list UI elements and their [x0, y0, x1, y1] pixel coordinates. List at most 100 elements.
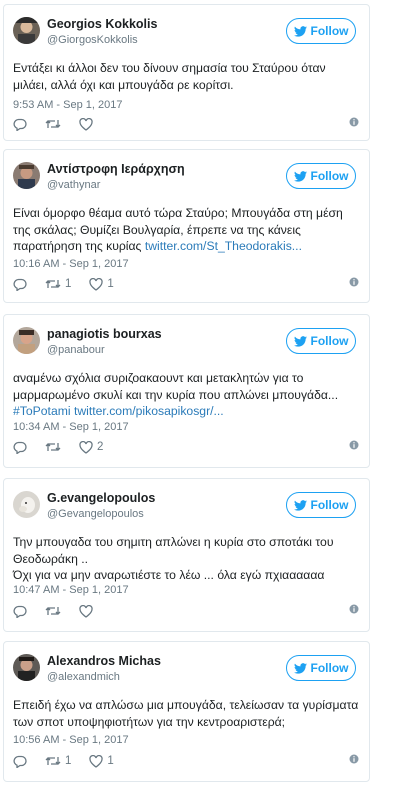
like-count: 1 [107, 278, 114, 290]
tweet-text-line: Επειδή έχω να απλώσω μια μπουγάδα, τελεί… [13, 698, 359, 712]
heart-icon [79, 117, 93, 131]
tweet-text-line: μιλάει, αλλά όχι και μπουγάδα ρε κορίτσι… [13, 77, 234, 92]
tweet-timestamp[interactable]: 10:56 AM - Sep 1, 2017 [13, 734, 129, 746]
info-icon[interactable] [349, 440, 359, 450]
retweet-icon [45, 280, 61, 288]
tweet-actions: 1 1 [13, 276, 359, 292]
info-icon[interactable] [349, 117, 359, 127]
tweet-link[interactable]: twitter.com/pikosapikosgr/... [74, 404, 224, 418]
tweet-timestamp[interactable]: 10:47 AM - Sep 1, 2017 [13, 584, 129, 596]
tweet-text-line: παρατήρηση της κυρίας twitter.com/St_The… [13, 238, 359, 255]
like-button[interactable]: 1 [89, 754, 114, 768]
tweet-text-line: Την μπουγαδα του σημιτη απλώνει η κυρία … [13, 535, 334, 549]
follow-label: Follow [310, 334, 349, 348]
reply-icon [13, 278, 27, 291]
follow-button[interactable]: Follow [286, 492, 356, 518]
retweet-button[interactable] [45, 441, 61, 453]
retweet-count: 1 [65, 755, 72, 767]
tweet-text-line: μαρμαρωμένο σκυλί και την κυρία που απλώ… [13, 387, 339, 402]
twitter-bird-icon [293, 335, 307, 347]
author-name[interactable]: G.evangelopoulos [47, 491, 155, 505]
retweet-button[interactable]: 1 [45, 755, 71, 767]
author-name[interactable]: Αντίστροφη Ιεράρχηση [47, 162, 185, 176]
tweet-card[interactable]: Georgios Kokkolis @GiorgosKokkolis Follo… [3, 4, 370, 141]
tweet-text: Επειδή έχω να απλώσω μια μπουγάδα, τελεί… [13, 697, 359, 730]
tweet-timestamp[interactable]: 9:53 AM - Sep 1, 2017 [13, 99, 122, 111]
tweet-text: αναμένω σχόλια συριζοακαουντ και μετακλη… [13, 370, 359, 420]
twitter-bird-icon [293, 499, 307, 511]
tweet-text-line: αναμένω σχόλια συριζοακαουντ και μετακλη… [13, 371, 304, 385]
heart-icon [79, 440, 93, 454]
like-button[interactable]: 1 [89, 277, 114, 291]
avatar[interactable] [13, 162, 40, 189]
info-icon[interactable] [349, 754, 359, 764]
retweet-button[interactable]: 1 [45, 278, 71, 290]
retweet-icon [45, 607, 61, 615]
author-handle[interactable]: @vathynar [47, 179, 100, 191]
retweet-button[interactable] [45, 605, 61, 617]
tweet-card[interactable]: Αντίστροφη Ιεράρχηση @vathynar Follow Εί… [3, 149, 370, 303]
author-name[interactable]: Alexandros Michas [47, 654, 161, 668]
tweet-card[interactable]: panagiotis bourxas @panabour Follow αναμ… [3, 314, 370, 468]
follow-button[interactable]: Follow [286, 328, 356, 354]
follow-label: Follow [310, 169, 349, 183]
like-count: 2 [97, 441, 104, 453]
tweet-link[interactable]: twitter.com/St_Theodorakis... [145, 239, 302, 253]
tweet-text-line: Θεοδωράκη .. [13, 551, 88, 566]
avatar[interactable] [13, 17, 40, 44]
retweet-icon [45, 443, 61, 451]
tweet-timestamp[interactable]: 10:34 AM - Sep 1, 2017 [13, 421, 129, 433]
avatar[interactable] [13, 654, 40, 681]
like-button[interactable] [79, 604, 93, 618]
reply-icon [13, 755, 27, 768]
tweet-text-line: των σποτ υποψηφιοτήτων για την κεντροαρι… [13, 714, 286, 729]
twitter-bird-icon [293, 170, 307, 182]
tweet-card[interactable]: Alexandros Michas @alexandmich Follow Επ… [3, 641, 370, 782]
tweet-card[interactable]: G.evangelopoulos @Gevangelopoulos Follow… [3, 478, 370, 632]
reply-button[interactable] [13, 605, 27, 618]
follow-label: Follow [310, 661, 349, 675]
author-handle[interactable]: @GiorgosKokkolis [47, 34, 138, 46]
retweet-count: 1 [65, 278, 72, 290]
info-icon[interactable] [349, 277, 359, 287]
author-handle[interactable]: @panabour [47, 344, 105, 356]
tweet-text-line: #ToPotami twitter.com/pikosapikosgr/... [13, 403, 359, 420]
tweet-text: Είναι όμορφο θέαμα αυτό τώρα Σταύρο; Μπο… [13, 205, 359, 255]
tweet-timestamp[interactable]: 10:16 AM - Sep 1, 2017 [13, 258, 129, 270]
follow-button[interactable]: Follow [286, 655, 356, 681]
reply-button[interactable] [13, 441, 27, 454]
tweet-text-line: Εντάξει κι άλλοι δεν του δίνουν σημασία … [13, 61, 326, 75]
reply-button[interactable] [13, 278, 27, 291]
info-icon[interactable] [349, 604, 359, 614]
heart-icon [79, 604, 93, 618]
tweet-text-fragment: παρατήρηση της κυρίας [13, 239, 145, 253]
heart-icon [89, 277, 104, 291]
author-handle[interactable]: @Gevangelopoulos [47, 508, 144, 520]
tweet-text: Εντάξει κι άλλοι δεν του δίνουν σημασία … [13, 60, 359, 93]
avatar[interactable] [13, 491, 40, 518]
follow-label: Follow [310, 498, 349, 512]
tweet-text-line: Είναι όμορφο θέαμα αυτό τώρα Σταύρο; Μπο… [13, 206, 343, 220]
tweet-text-line: Όχι για να μην αναρωτιέστε το λέω ... όλ… [13, 568, 325, 582]
tweet-text-line: της σκάλας; Θυμίζει Βουλγαρία, έπρεπε να… [13, 222, 301, 237]
hashtag-link[interactable]: #ToPotami [13, 404, 71, 418]
tweet-actions [13, 603, 359, 619]
author-name[interactable]: Georgios Kokkolis [47, 17, 157, 31]
retweet-icon [45, 757, 61, 765]
follow-button[interactable]: Follow [286, 18, 356, 44]
reply-button[interactable] [13, 118, 27, 131]
follow-label: Follow [310, 24, 349, 38]
like-count: 1 [107, 755, 114, 767]
tweet-text: Την μπουγαδα του σημιτη απλώνει η κυρία … [13, 534, 359, 584]
author-name[interactable]: panagiotis bourxas [47, 327, 162, 341]
author-handle[interactable]: @alexandmich [47, 671, 120, 683]
reply-button[interactable] [13, 755, 27, 768]
retweet-button[interactable] [45, 118, 61, 130]
avatar[interactable] [13, 327, 40, 354]
follow-button[interactable]: Follow [286, 163, 356, 189]
heart-icon [89, 754, 104, 768]
like-button[interactable] [79, 117, 93, 131]
like-button[interactable]: 2 [79, 440, 104, 454]
reply-icon [13, 441, 27, 454]
retweet-icon [45, 120, 61, 128]
